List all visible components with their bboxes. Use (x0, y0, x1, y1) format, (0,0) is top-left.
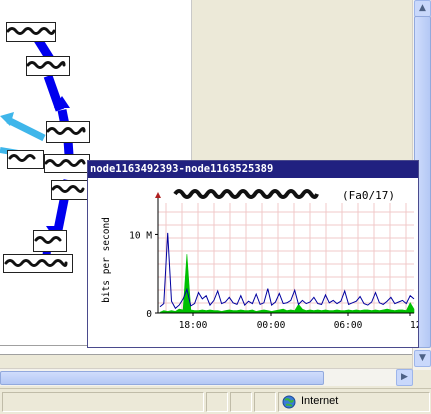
y-axis-label: bits per second (101, 217, 112, 303)
x-tick-label: 06:00 (334, 320, 363, 331)
y-axis-arrow-icon (155, 192, 161, 198)
horizontal-scrollbar[interactable]: ▶ (0, 368, 413, 386)
status-bar: Internet (0, 388, 431, 414)
link-graph-popup: node1163492393-node1163525389 (Fa0/17) 0… (87, 160, 419, 348)
status-zone: Internet (278, 392, 430, 412)
status-cell (254, 392, 276, 412)
scroll-up-icon[interactable]: ▲ (414, 0, 431, 17)
x-tick-label: 00:00 (257, 320, 286, 331)
status-cell (206, 392, 228, 412)
x-tick-label: 18:00 (179, 320, 208, 331)
status-cell (2, 392, 204, 412)
zone-label: Internet (301, 395, 339, 407)
globe-icon (282, 395, 296, 409)
y-tick-label: 10 M (129, 230, 152, 241)
status-cell (230, 392, 252, 412)
scroll-down-icon[interactable]: ▼ (414, 350, 431, 367)
y-tick-label: 0 (146, 309, 152, 320)
plot-area (158, 203, 414, 313)
traffic-chart: 0 10 M 18:00 00:00 06:00 12 bits per second (101, 192, 418, 331)
scroll-right-icon[interactable]: ▶ (396, 369, 413, 386)
popup-title: node1163492393-node1163525389 (88, 161, 418, 178)
x-tick-label: 12 (410, 320, 418, 331)
horizontal-scroll-thumb[interactable] (0, 371, 324, 385)
